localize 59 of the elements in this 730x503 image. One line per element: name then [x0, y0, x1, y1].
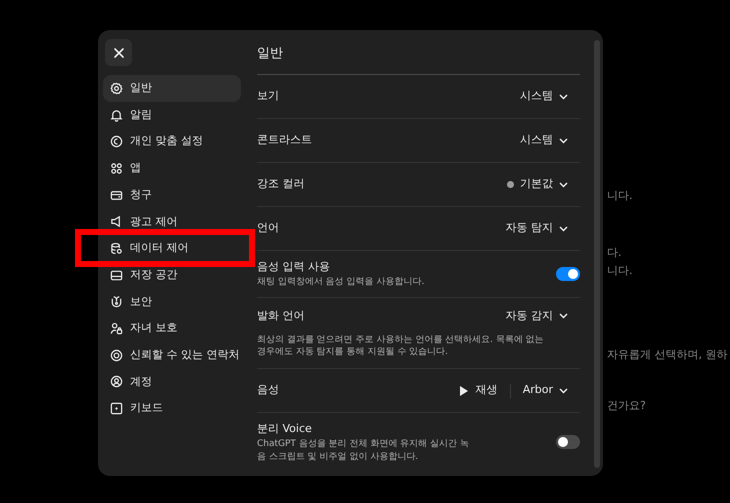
sidebar-item[interactable]: 계정 — [103, 368, 241, 396]
user-icon — [110, 375, 123, 388]
sidebar-item[interactable]: 저장 공간 — [103, 262, 241, 288]
sidebar-item[interactable]: 개인 맞춤 설정 — [103, 128, 241, 156]
storage-icon — [110, 268, 123, 282]
chevron-down-icon — [559, 312, 568, 319]
chevron-down-icon — [559, 138, 568, 144]
grid-icon — [110, 162, 123, 175]
card-icon — [110, 188, 123, 202]
close-icon — [112, 46, 124, 58]
play-icon — [460, 386, 468, 396]
chevron-down-icon — [559, 388, 568, 394]
toggle-switch[interactable] — [556, 266, 580, 281]
sidebar-item[interactable]: 키보드 — [103, 395, 241, 422]
sidebar-item[interactable]: 데이터 제어 — [103, 235, 241, 262]
setting-label: 음성 입력 사용 — [257, 259, 331, 275]
sidebar-item[interactable]: 일반 — [103, 75, 241, 102]
panel-title: 일반 — [257, 46, 283, 61]
chevron-down-icon — [559, 94, 568, 100]
background-text: 니다. — [607, 188, 632, 204]
person-lock-icon — [110, 322, 123, 336]
keyboard-icon — [110, 402, 123, 416]
scrollbar[interactable] — [594, 40, 600, 468]
background-text: 자유롭게 선택하며, 원하 — [607, 347, 728, 363]
setting-label: 강조 컬러 — [257, 176, 304, 192]
dropdown-button[interactable]: Arbor — [522, 382, 580, 399]
sidebar-item[interactable]: 알림 — [103, 102, 241, 128]
setting-description: 최상의 결과를 얻으려면 주로 사용하는 언어를 선택하세요. 목록에 없는 경우에도 자동 탐지를 통해 지원될 수 있습니다. — [257, 334, 545, 358]
setting-label: 콘트라스트 — [257, 132, 312, 148]
setting-label: 언어 — [257, 220, 279, 236]
background-text: 다. — [607, 245, 622, 261]
setting-description: 채팅 입력창에서 음성 입력을 사용합니다. — [257, 276, 426, 288]
setting-label: 발화 언어 — [257, 308, 304, 324]
setting-label: 보기 — [257, 88, 279, 104]
database-icon — [110, 242, 123, 255]
sidebar-item[interactable]: 신뢰할 수 있는 연락처 — [103, 342, 241, 369]
setting-description: ChatGPT 음성을 분리 전체 화면에 유지해 실시간 녹음 스크립트 및 비주얼 없이 사용합니다. — [257, 438, 470, 464]
dropdown-button[interactable]: 시스템 — [520, 88, 580, 105]
toggle-switch[interactable] — [556, 435, 580, 450]
megaphone-icon — [110, 215, 123, 228]
sidebar-item[interactable]: 청구 — [103, 182, 241, 208]
background-text: 건가요? — [607, 398, 646, 414]
close-button[interactable] — [105, 39, 132, 66]
dropdown-button[interactable]: 시스템 — [520, 132, 580, 149]
sidebar-item[interactable]: 광고 제어 — [103, 208, 241, 236]
sidebar-item[interactable]: 자녀 보호 — [103, 315, 241, 342]
bell-icon — [110, 108, 123, 122]
dropdown-button[interactable]: 자동 탐지 — [506, 220, 580, 237]
dropdown-button[interactable]: 기본값 — [507, 176, 580, 193]
gear-icon — [110, 82, 123, 95]
sidebar-item[interactable]: 앱 — [103, 155, 241, 182]
background-text: 니다. — [607, 263, 632, 279]
dropdown-button[interactable]: 자동 감지 — [506, 308, 580, 324]
setting-label: 분리 Voice — [257, 421, 313, 437]
sidebar-item[interactable]: 보안 — [103, 288, 241, 316]
setting-label: 음성 — [257, 382, 279, 398]
chevron-down-icon — [559, 226, 568, 232]
play-button[interactable]: 재생 — [460, 382, 510, 399]
chevron-down-icon — [559, 182, 568, 188]
